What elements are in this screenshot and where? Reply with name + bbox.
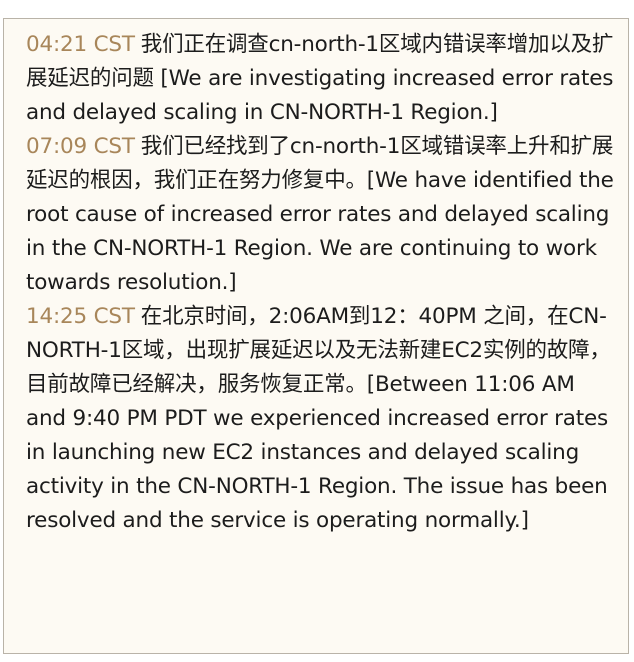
update-message: 在北京时间，2:06AM到12：40PM 之间，在CN-NORTH-1区域，出现… <box>26 304 611 533</box>
status-update-entry: 07:09 CST 我们已经找到了cn-north-1区域错误率上升和扩展延迟的根… <box>26 130 614 300</box>
update-timestamp: 07:09 CST <box>26 134 135 159</box>
status-update-list: 04:21 CST 我们正在调查cn-north-1区域内错误率增加以及扩展延迟的… <box>26 28 614 538</box>
update-timestamp: 14:25 CST <box>26 304 135 329</box>
status-update-panel: 04:21 CST 我们正在调查cn-north-1区域内错误率增加以及扩展延迟的… <box>3 18 629 654</box>
status-update-entry: 04:21 CST 我们正在调查cn-north-1区域内错误率增加以及扩展延迟的… <box>26 28 614 130</box>
status-update-entry: 14:25 CST 在北京时间，2:06AM到12：40PM 之间，在CN-NOR… <box>26 300 614 538</box>
update-timestamp: 04:21 CST <box>26 32 135 57</box>
